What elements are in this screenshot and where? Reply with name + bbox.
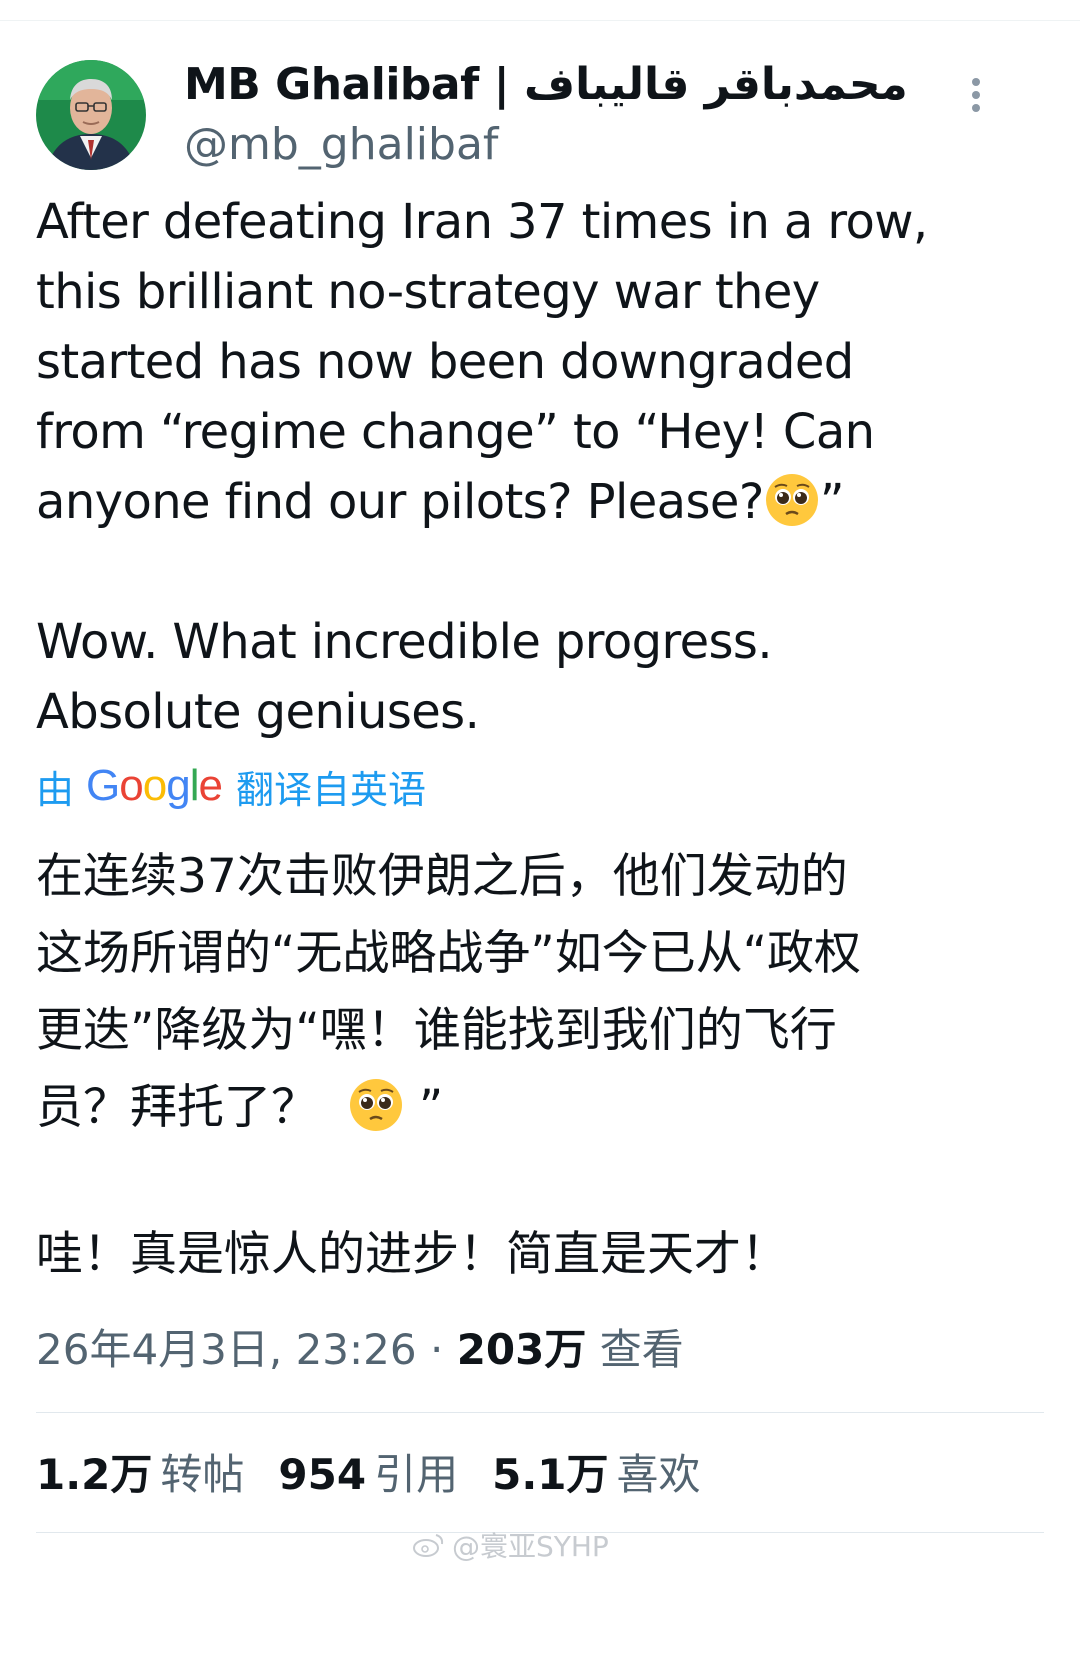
quotes-count: 954 [278, 1450, 367, 1499]
tweet-line: After defeating Iran 37 times in a row, [36, 194, 928, 250]
likes-count: 5.1万 [492, 1450, 609, 1499]
closing-quote: ” [418, 1080, 444, 1135]
tweet-line: Wow. What incredible progress. [36, 614, 773, 670]
meta-separator: · [416, 1325, 457, 1374]
user-handle[interactable]: @mb_ghalibaf [184, 115, 984, 175]
views-count: 203万 [456, 1325, 587, 1374]
translate-prefix: 由 [36, 767, 75, 812]
quotes-stat[interactable]: 954 引用 [278, 1445, 458, 1505]
tweet-meta: 26年4月3日, 23:26 · 203万 查看 [36, 1320, 684, 1380]
pleading-face-emoji-icon [765, 474, 818, 526]
translated-by-google-link[interactable]: 由 Google 翻译自英语 [36, 758, 426, 814]
closing-quote: ” [819, 474, 845, 530]
watermark-text: @寰亚SYHP [452, 1530, 609, 1563]
translated-line: 更迭”降级为“嘿！谁能找到我们的飞行 [36, 1003, 837, 1058]
translate-suffix: 翻译自英语 [235, 767, 426, 812]
retweets-count: 1.2万 [36, 1450, 153, 1499]
more-options-icon[interactable] [968, 78, 984, 126]
tweet-line-with-emoji: anyone find our pilots? Please? ” [36, 467, 1046, 537]
tweet-header: MB Ghalibaf | محمدباقر قالیباف @mb_ghali… [36, 55, 1036, 175]
google-logo-icon: Google [86, 761, 223, 810]
author-info: MB Ghalibaf | محمدباقر قالیباف @mb_ghali… [184, 55, 984, 175]
translated-line-with-emoji: 员？拜托了？ ” [36, 1069, 1046, 1146]
likes-stat[interactable]: 5.1万 喜欢 [492, 1445, 700, 1505]
translated-line: 这场所谓的“无战略战争”如今已从“政权 [36, 926, 862, 981]
top-divider [0, 20, 1080, 21]
tweet-line: this brilliant no-strategy war they [36, 264, 820, 320]
tweet-line: started has now been downgraded [36, 334, 854, 390]
quotes-label: 引用 [374, 1450, 459, 1499]
display-name[interactable]: MB Ghalibaf | محمدباقر قالیباف [184, 55, 984, 115]
translated-line: 员？拜托了？ [36, 1080, 318, 1135]
timestamp[interactable]: 26年4月3日, 23:26 [36, 1325, 417, 1374]
tweet-text: After defeating Iran 37 times in a row, … [36, 187, 1046, 747]
translated-text: 在连续37次击败伊朗之后，他们发动的 这场所谓的“无战略战争”如今已从“政权 更… [36, 838, 1046, 1293]
pleading-face-emoji-icon [349, 1079, 402, 1131]
tweet-line: from “regime change” to “Hey! Can [36, 404, 875, 460]
views-label: 查看 [599, 1325, 684, 1374]
likes-label: 喜欢 [616, 1450, 701, 1499]
watermark: @寰亚SYHP [412, 1525, 609, 1565]
translated-line: 哇！真是惊人的进步！简直是天才！ [36, 1227, 788, 1282]
tweet-line: anyone find our pilots? Please? [36, 474, 764, 530]
divider [36, 1412, 1044, 1413]
avatar[interactable] [36, 60, 146, 170]
retweets-stat[interactable]: 1.2万 转帖 [36, 1445, 244, 1505]
tweet-line: Absolute geniuses. [36, 684, 480, 740]
weibo-logo-icon [413, 1534, 444, 1557]
profile-photo-icon [36, 60, 146, 170]
engagement-stats: 1.2万 转帖 954 引用 5.1万 喜欢 [36, 1445, 701, 1505]
translated-line: 在连续37次击败伊朗之后，他们发动的 [36, 849, 848, 904]
retweets-label: 转帖 [160, 1450, 245, 1499]
